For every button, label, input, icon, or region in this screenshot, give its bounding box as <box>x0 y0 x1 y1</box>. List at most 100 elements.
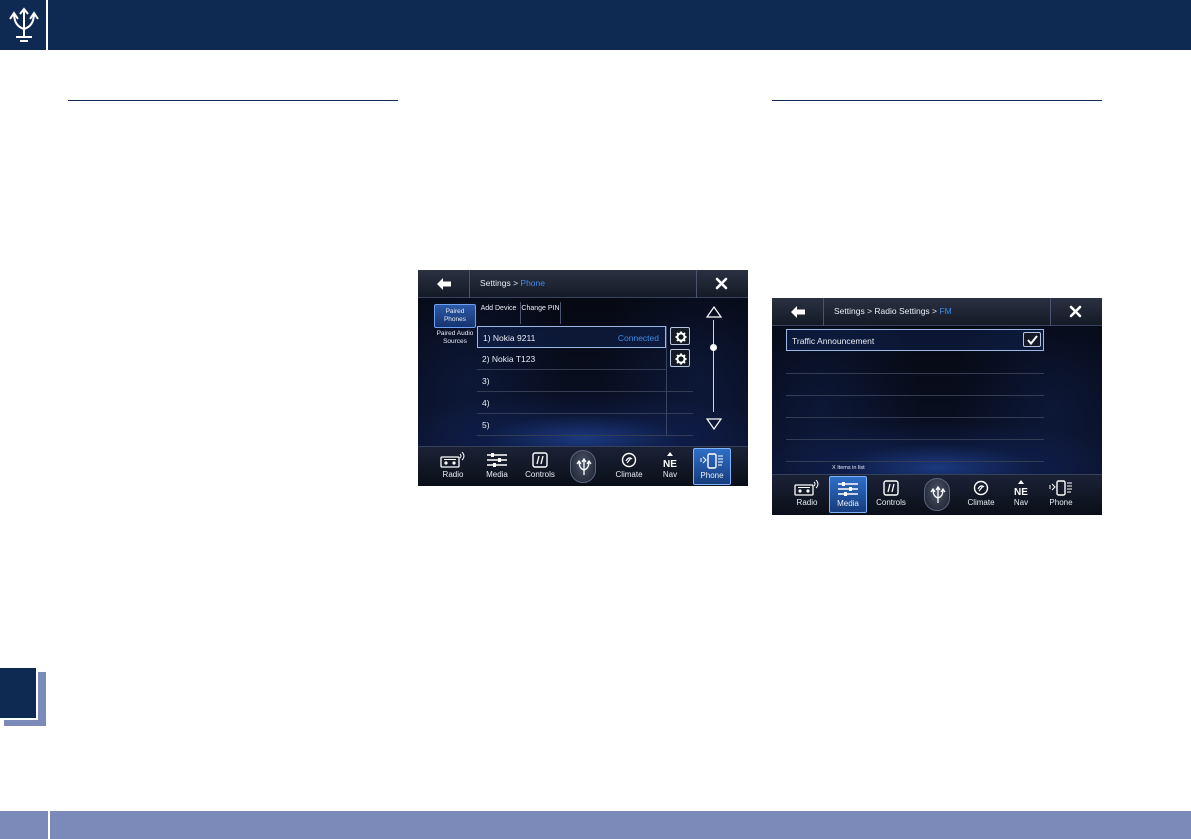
close-button[interactable] <box>1050 298 1102 326</box>
section-rule-left <box>68 100 398 101</box>
climate-icon <box>973 480 989 496</box>
list-item <box>786 396 1044 418</box>
phone-settings-screen: Settings > Phone Paired Phones Paired Au… <box>418 270 748 486</box>
climate-icon <box>621 452 637 468</box>
device-name: 1) Nokia 9211 <box>483 333 536 343</box>
device-row-4[interactable]: 4) <box>477 392 693 414</box>
nav-label: Media <box>837 499 859 508</box>
nav-label: Phone <box>1049 498 1073 507</box>
back-button[interactable] <box>418 270 470 298</box>
breadcrumb-current: FM <box>939 306 952 316</box>
tab-paired-audio-sources[interactable]: Paired Audio Sources <box>434 330 476 346</box>
phone-screen-nav-bar: Radio Media Controls Climate NE Nav Phon… <box>418 446 748 486</box>
media-sliders-icon <box>838 482 858 496</box>
close-icon <box>1069 305 1082 318</box>
list-column-divider <box>666 326 667 436</box>
nav-controls[interactable]: Controls <box>521 448 559 485</box>
device-2-settings-button[interactable] <box>670 349 690 367</box>
traffic-announcement-row[interactable]: Traffic Announcement <box>786 329 1044 351</box>
compass-heading: NE <box>1014 487 1028 496</box>
close-icon <box>715 277 728 290</box>
trident-icon <box>930 486 946 503</box>
list-item <box>786 440 1044 462</box>
tab-label: Paired Audio Sources <box>436 330 474 345</box>
breadcrumb: Settings > Radio Settings > FM <box>834 306 952 316</box>
breadcrumb-prefix: Settings > Radio Settings > <box>834 306 940 316</box>
nav-nav[interactable]: NE Nav <box>651 448 689 485</box>
checkmark-icon <box>1027 335 1038 345</box>
nav-label: Controls <box>525 470 555 479</box>
controls-icon <box>532 452 548 468</box>
trident-logo-icon <box>9 7 39 42</box>
option-label: Traffic Announcement <box>792 336 875 346</box>
nav-label: Climate <box>615 470 643 479</box>
change-pin-button[interactable]: Change PIN <box>521 302 561 324</box>
device-row-5[interactable]: 5) <box>477 414 693 436</box>
nav-phone[interactable]: Phone <box>1042 476 1080 513</box>
nav-home-trident[interactable] <box>570 450 596 483</box>
nav-climate[interactable]: Climate <box>962 476 1000 513</box>
device-name: 3) <box>482 376 490 386</box>
nav-media[interactable]: Media <box>829 476 867 513</box>
back-arrow-icon <box>791 306 805 318</box>
change-pin-label: Change PIN <box>521 305 560 312</box>
nav-climate[interactable]: Climate <box>610 448 648 485</box>
add-device-button[interactable]: Add Device <box>477 302 521 324</box>
footer-divider <box>48 811 50 839</box>
items-in-list-caption: X Items in list <box>832 465 865 471</box>
brand-logo <box>0 0 48 50</box>
nav-label: Radio <box>796 498 818 507</box>
radio-icon <box>440 452 465 468</box>
media-sliders-icon <box>487 453 507 467</box>
trident-icon <box>576 458 592 475</box>
nav-controls[interactable]: Controls <box>872 476 910 513</box>
scroll-thumb[interactable] <box>710 344 717 351</box>
device-1-settings-button[interactable] <box>670 327 690 345</box>
device-name: 2) Nokia T123 <box>482 354 536 364</box>
radio-screen-header: Settings > Radio Settings > FM <box>772 298 1102 326</box>
scroll-up-icon[interactable] <box>706 306 722 318</box>
gear-icon <box>675 331 687 343</box>
scroll-down-icon[interactable] <box>706 418 722 430</box>
nav-label: Climate <box>967 498 995 507</box>
device-row-3[interactable]: 3) <box>477 370 693 392</box>
nav-nav[interactable]: NE Nav <box>1002 476 1040 513</box>
nav-media[interactable]: Media <box>478 448 516 485</box>
breadcrumb-current: Phone <box>520 278 545 288</box>
nav-radio[interactable]: Radio <box>788 476 826 513</box>
device-status: Connected <box>617 333 659 343</box>
nav-label: Controls <box>876 498 906 507</box>
phone-screen-header: Settings > Phone <box>418 270 748 298</box>
nav-label: Nav <box>1013 498 1029 507</box>
nav-label: Radio <box>442 470 464 479</box>
section-rule-right <box>772 100 1102 101</box>
bottom-footer-bar <box>0 811 1191 839</box>
compass-icon: NE <box>1014 480 1028 496</box>
back-button[interactable] <box>772 298 824 326</box>
device-name: 5) <box>482 420 490 430</box>
phone-icon <box>1049 480 1072 496</box>
radio-settings-screen: Settings > Radio Settings > FM Traffic A… <box>772 298 1102 515</box>
traffic-announcement-checkbox[interactable] <box>1023 332 1041 347</box>
close-button[interactable] <box>696 270 748 298</box>
compass-heading: NE <box>663 459 677 468</box>
list-item <box>786 352 1044 374</box>
chapter-tab <box>0 668 38 720</box>
list-item <box>786 418 1044 440</box>
top-header-bar <box>0 0 1191 50</box>
nav-home-trident[interactable] <box>924 478 950 511</box>
breadcrumb-prefix: Settings > <box>480 278 521 288</box>
tab-paired-phones[interactable]: Paired Phones <box>434 304 476 328</box>
nav-radio[interactable]: Radio <box>434 448 472 485</box>
device-row-2[interactable]: 2) Nokia T123 <box>477 348 666 370</box>
scroll-track[interactable] <box>713 320 714 412</box>
gear-icon <box>675 353 687 365</box>
nav-label: Media <box>486 470 508 479</box>
controls-icon <box>883 480 899 496</box>
nav-label: Nav <box>662 470 678 479</box>
nav-phone[interactable]: Phone <box>693 448 731 485</box>
nav-label: Phone <box>700 471 724 480</box>
radio-icon <box>794 480 819 496</box>
device-row-1[interactable]: 1) Nokia 9211 Connected <box>477 326 666 348</box>
radio-screen-nav-bar: Radio Media Controls Climate NE Nav Phon… <box>772 474 1102 515</box>
